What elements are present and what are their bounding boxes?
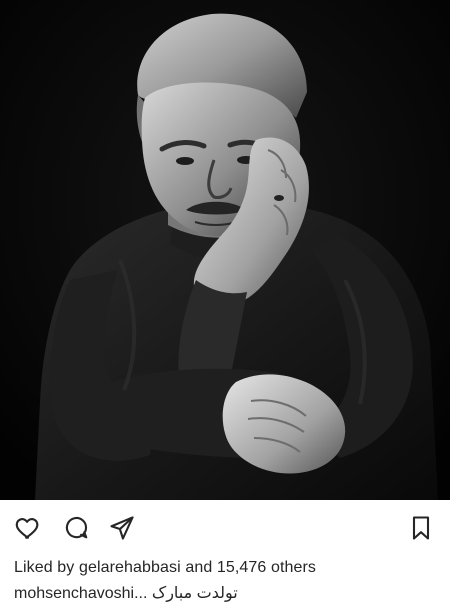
- caption-text: تولدت مبارک: [151, 585, 238, 602]
- caption-username[interactable]: mohsenchavoshi: [14, 585, 134, 602]
- post-photo[interactable]: [0, 0, 450, 500]
- likes-prefix: Liked by: [14, 559, 75, 576]
- likes-line: Liked by gelarehabbasi and 15,476 others: [14, 558, 316, 578]
- heart-icon[interactable]: [14, 514, 42, 542]
- likes-joiner: and: [185, 559, 213, 576]
- action-bar: [0, 500, 450, 554]
- liked-by-user-link[interactable]: gelarehabbasi: [79, 559, 181, 576]
- bookmark-icon[interactable]: [407, 514, 435, 542]
- portrait-photo: [0, 0, 450, 500]
- comment-icon[interactable]: [62, 514, 90, 542]
- instagram-post: Liked by gelarehabbasi and 15,476 others…: [0, 0, 450, 606]
- paper-plane-icon[interactable]: [108, 514, 136, 542]
- likes-count-link[interactable]: 15,476 others: [217, 559, 316, 576]
- caption-line: mohsenchavoshi... تولدت مبارک: [14, 584, 238, 604]
- caption-ellipsis: ...: [134, 585, 148, 602]
